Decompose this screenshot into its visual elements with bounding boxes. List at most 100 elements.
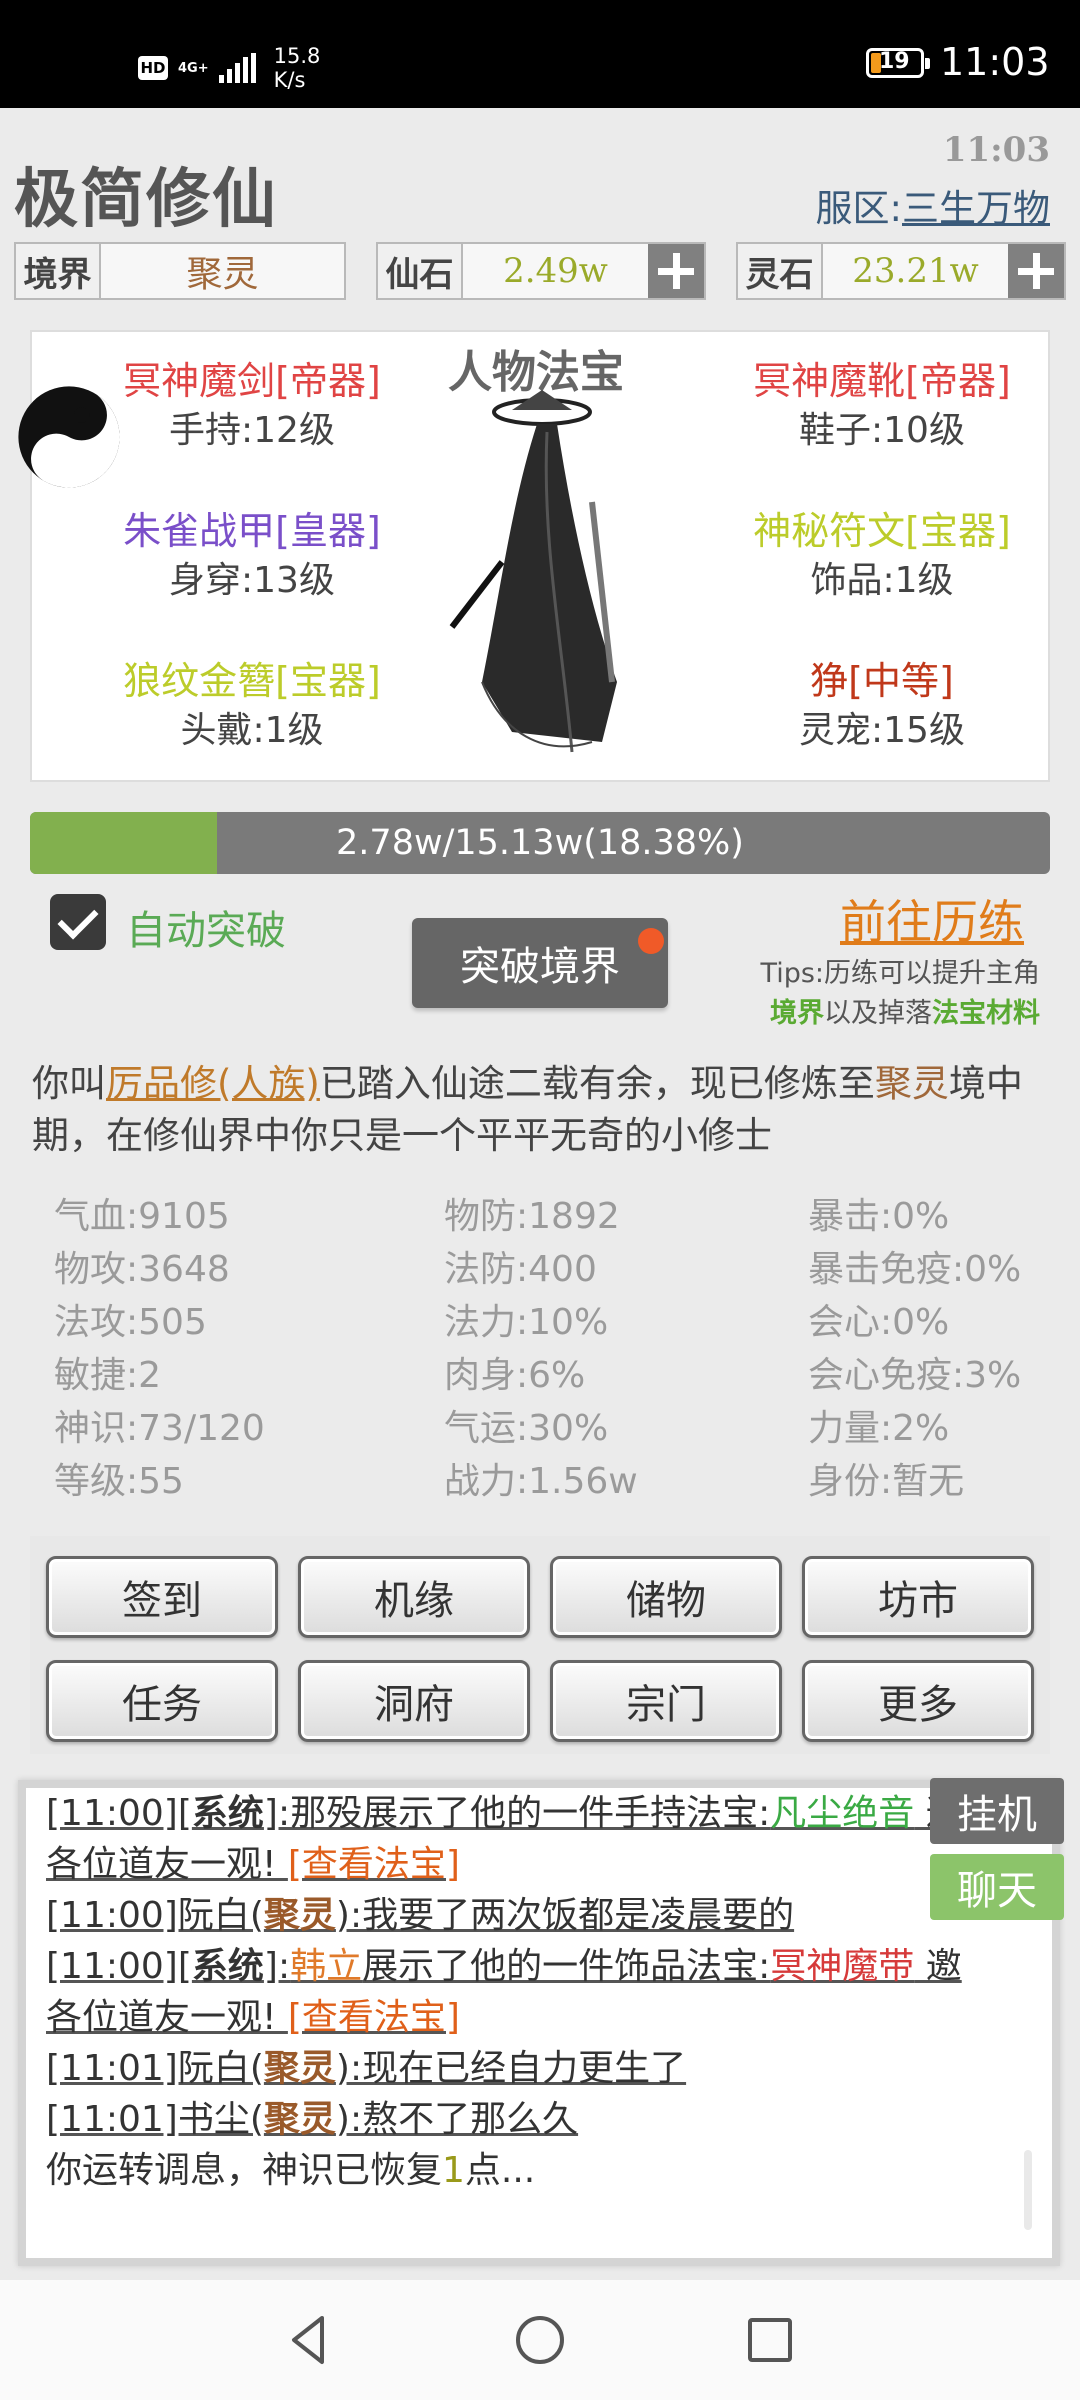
chat-text: [11:00]阮白( <box>46 1895 264 1936</box>
go-training-link[interactable]: 前往历练 <box>840 886 1024 952</box>
sign-in-button[interactable]: 签到 <box>46 1556 278 1638</box>
stat-item: 物防:1892 <box>444 1196 620 1237</box>
chat-text: 点... <box>464 2150 536 2191</box>
chat-scrollbar[interactable] <box>1024 2150 1032 2230</box>
stat-item: 气运:30% <box>444 1408 609 1449</box>
tips-text: Tips:历练可以提升主角 境界以及掉落法宝材料 <box>761 954 1040 1034</box>
tips-highlight: 境界 <box>770 998 824 1029</box>
stat-item: 神识:73/120 <box>54 1408 265 1449</box>
equip-slot-shoes[interactable]: 冥神魔靴[帝器] 鞋子:10级 <box>692 356 1072 456</box>
stat-item: 会心免疫:3% <box>808 1355 1022 1396</box>
item-link[interactable]: 凡尘绝音 <box>770 1793 914 1834</box>
sect-button[interactable]: 宗门 <box>550 1660 782 1742</box>
view-treasure-link[interactable]: [查看法宝] <box>288 1997 460 2038</box>
chat-line: 你运转调息，神识已恢复1点... <box>46 2145 1046 2196</box>
chat-text: 你运转调息，神识已恢复 <box>46 2150 443 2191</box>
realm-label: 境界 <box>16 244 101 298</box>
stat-item: 战力:1.56w <box>444 1461 638 1502</box>
tasks-button[interactable]: 任务 <box>46 1660 278 1742</box>
immortal-stone-label: 仙石 <box>378 244 463 298</box>
system-tag: 系统 <box>191 1793 264 1834</box>
chat-text: ):我要了两次饭都是凌晨要的 <box>335 1895 795 1936</box>
stat-item: 法攻:505 <box>54 1302 207 1343</box>
tips-line: Tips:历练可以提升主角 <box>760 958 1040 989</box>
realm-box: 境界 聚灵 <box>14 242 346 300</box>
stat-item: 敏捷:2 <box>54 1355 162 1396</box>
stat-item: 法力:10% <box>444 1302 609 1343</box>
character-name-link[interactable]: 厉品修(人族) <box>106 1062 320 1105</box>
cave-button[interactable]: 洞府 <box>298 1660 530 1742</box>
chat-text: 各位道友一观! <box>46 1997 288 2038</box>
recents-icon[interactable] <box>742 2312 798 2368</box>
item-link[interactable]: 冥神魔带 <box>770 1946 914 1987</box>
chat-line: [11:00][系统]:那殁展示了他的一件手持法宝:凡尘绝音 邀 <box>46 1788 1046 1839</box>
equip-slot-body[interactable]: 朱雀战甲[皇器] 身穿:13级 <box>62 506 442 606</box>
character-intro: 你叫厉品修(人族)已踏入仙途二载有余，现已修炼至聚灵境中期，在修仙界中你只是一个… <box>32 1058 1052 1162</box>
stats-col-2: 物防:1892 法防:400 法力:10% 肉身:6% 气运:30% 战力:1.… <box>444 1190 638 1508</box>
equipment-panel: 人物法宝 冥神魔剑[帝器] 手持:12级 冥神魔靴[帝器] 鞋子:10级 朱雀战… <box>18 330 1050 782</box>
intro-text: 你叫 <box>32 1062 106 1105</box>
home-icon[interactable] <box>512 2312 568 2368</box>
cultivation-progress-bar: 2.78w/15.13w(18.38%) <box>30 812 1050 874</box>
network-speed: 15.8 K/s <box>274 44 321 92</box>
back-icon[interactable] <box>282 2312 338 2368</box>
breakthrough-button[interactable]: 突破境界 <box>412 918 668 1008</box>
signal-icon <box>218 53 256 83</box>
chat-log[interactable]: [11:00][系统]:那殁展示了他的一件手持法宝:凡尘绝音 邀 各位道友一观!… <box>18 1780 1060 2266</box>
navigation-bar <box>0 2280 1080 2400</box>
storage-button[interactable]: 储物 <box>550 1556 782 1638</box>
immortal-stone-box: 仙石 2.49w <box>376 242 706 300</box>
opportunity-button[interactable]: 机缘 <box>298 1556 530 1638</box>
spirit-stone-box: 灵石 23.21w <box>736 242 1066 300</box>
add-spirit-stone-button[interactable] <box>1008 244 1064 298</box>
equip-slot-hand[interactable]: 冥神魔剑[帝器] 手持:12级 <box>62 356 442 456</box>
speed-unit: K/s <box>273 68 306 92</box>
view-treasure-link[interactable]: [查看法宝] <box>288 1844 460 1885</box>
status-time: 11:03 <box>940 40 1050 84</box>
add-immortal-stone-button[interactable] <box>648 244 704 298</box>
equip-name: 狼纹金簪[宝器] <box>123 659 381 703</box>
chat-text: ]:那殁展示了他的一件手持法宝: <box>263 1793 771 1834</box>
auto-breakthrough-label[interactable]: 自动突破 <box>126 898 286 956</box>
equip-slot-level: 饰品:1级 <box>810 560 954 601</box>
server-info: 服区:三生万物 <box>816 178 1050 232</box>
player-link[interactable]: 韩立 <box>290 1946 362 1987</box>
chat-tab[interactable]: 聊天 <box>930 1854 1064 1920</box>
equip-slot-level: 身穿:13级 <box>169 560 335 601</box>
stats-col-1: 气血:9105 物攻:3648 法攻:505 敏捷:2 神识:73/120 等级… <box>54 1190 265 1508</box>
chat-messages: [11:00][系统]:那殁展示了他的一件手持法宝:凡尘绝音 邀 各位道友一观!… <box>46 1788 1046 2196</box>
stat-item: 会心:0% <box>808 1302 950 1343</box>
idle-tab[interactable]: 挂机 <box>930 1778 1064 1844</box>
intro-realm: 聚灵 <box>874 1062 949 1105</box>
stat-item: 暴击免疫:0% <box>808 1249 1022 1290</box>
plus-icon <box>658 253 694 289</box>
market-button[interactable]: 坊市 <box>802 1556 1034 1638</box>
hd-icon: HD <box>138 56 168 80</box>
equip-slot-accessory[interactable]: 神秘符文[宝器] 饰品:1级 <box>692 506 1072 606</box>
equip-slot-pet[interactable]: 狰[中等] 灵宠:15级 <box>692 656 1072 756</box>
chat-text: ):熬不了那么久 <box>335 2099 579 2140</box>
stat-item: 法防:400 <box>444 1249 597 1290</box>
chat-line: [11:00][系统]:韩立展示了他的一件饰品法宝:冥神魔带 邀 <box>46 1941 1046 1992</box>
chat-line: 各位道友一观! [查看法宝] <box>46 1992 1046 2043</box>
notification-dot <box>638 928 664 954</box>
progress-text: 2.78w/15.13w(18.38%) <box>336 823 744 863</box>
tips-highlight: 法宝材料 <box>932 998 1040 1029</box>
more-button[interactable]: 更多 <box>802 1660 1034 1742</box>
auto-breakthrough-checkbox[interactable] <box>50 894 106 950</box>
system-tag: 系统 <box>191 1946 264 1987</box>
stat-item: 力量:2% <box>808 1408 950 1449</box>
equip-slot-level: 头戴:1级 <box>180 710 324 751</box>
stats-col-3: 暴击:0% 暴击免疫:0% 会心:0% 会心免疫:3% 力量:2% 身份:暂无 <box>808 1190 1021 1508</box>
equip-name: 神秘符文[宝器] <box>753 509 1011 553</box>
realm-value: 聚灵 <box>186 254 259 295</box>
chat-text: 各位道友一观! <box>46 1844 288 1885</box>
equip-slot-head[interactable]: 狼纹金簪[宝器] 头戴:1级 <box>62 656 442 756</box>
server-link[interactable]: 三生万物 <box>902 187 1050 230</box>
realm-tag: 聚灵 <box>263 2048 336 2089</box>
status-bar: HD 4G+ 15.8 K/s 19 11:03 <box>0 0 1080 108</box>
chat-text: ):现在已经自力更生了 <box>335 2048 687 2089</box>
battery-level: 19 <box>879 49 910 74</box>
chat-line: [11:01]书尘(聚灵):熬不了那么久 <box>46 2094 1046 2145</box>
app-title: 极简修仙 <box>14 163 278 237</box>
